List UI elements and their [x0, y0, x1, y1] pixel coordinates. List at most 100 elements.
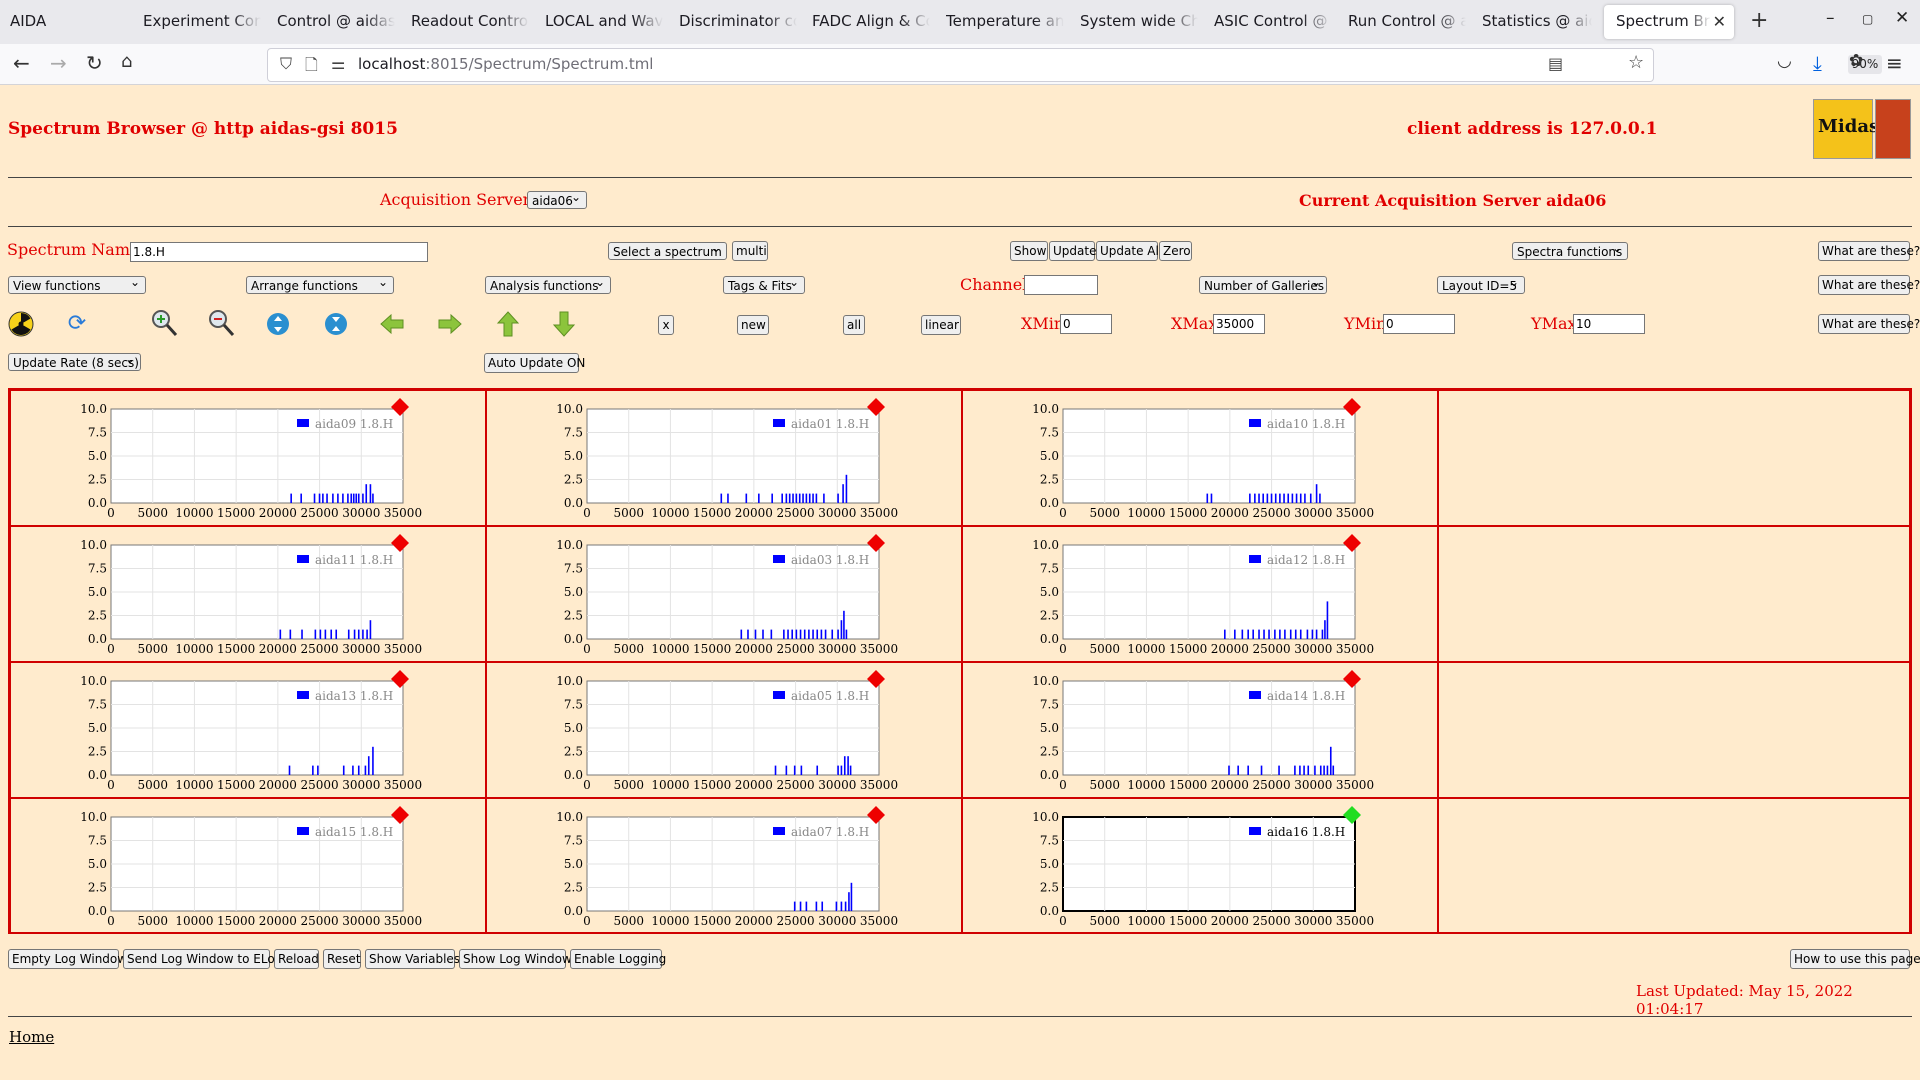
- analysis-functions-dropdown[interactable]: Analysis functions: [485, 273, 611, 294]
- show-variables-button[interactable]: Show Variables: [365, 949, 460, 969]
- tab-system-wide[interactable]: System wide Che: [1080, 12, 1198, 30]
- url-text[interactable]: localhost:8015/Spectrum/Spectrum.tml: [358, 55, 653, 73]
- reload-button[interactable]: Reload: [274, 949, 319, 969]
- zero-button[interactable]: Zero: [1159, 241, 1192, 261]
- enable-logging-button[interactable]: Enable Logging: [570, 949, 666, 969]
- spectrum-cell[interactable]: 10.0 7.5 5.0 2.5 0.0 0 5000 10000 15000 20000 2500…: [486, 662, 962, 798]
- spectrum-cell[interactable]: [1438, 390, 1910, 526]
- histogram-bar: [357, 493, 360, 503]
- tags-fits-dropdown[interactable]: Tags & Fits: [723, 273, 805, 294]
- tab-statistics[interactable]: Statistics @ aida: [1482, 12, 1592, 30]
- tab-aida[interactable]: AIDA: [10, 12, 100, 30]
- page-icon[interactable]: 🗋: [305, 54, 318, 81]
- arrow-up-icon[interactable]: [494, 310, 522, 338]
- spectrum-cell[interactable]: 10.0 7.5 5.0 2.5 0.0 0 5000 10000 15000 20000 2500…: [10, 526, 486, 662]
- tab-run-control[interactable]: Run Control @ a: [1348, 12, 1466, 30]
- radiation-icon[interactable]: [7, 310, 35, 338]
- reader-mode-icon[interactable]: ▤: [1548, 54, 1563, 73]
- reload-icon[interactable]: ↻: [86, 51, 103, 75]
- update-rate-dropdown[interactable]: Update Rate (8 secs): [8, 350, 141, 371]
- spectrum-cell[interactable]: 10.0 7.5 5.0 2.5 0.0 0 5000 10000 15000 20000 2500…: [486, 526, 962, 662]
- arrow-left-icon[interactable]: [378, 310, 406, 338]
- spectrum-cell[interactable]: 10.0 7.5 5.0 2.5 0.0 0 5000 10000 15000 20000 2500…: [10, 390, 486, 526]
- tab-spectrum-browser[interactable]: Spectrum Brow ✕: [1604, 5, 1734, 39]
- new-tab-icon[interactable]: +: [1750, 8, 1768, 33]
- spectrum-cell[interactable]: 10.0 7.5 5.0 2.5 0.0 0 5000 10000 15000 20000 2500…: [10, 798, 486, 934]
- reset-button[interactable]: Reset: [323, 949, 361, 969]
- show-button[interactable]: Show: [1010, 241, 1048, 261]
- extensions-icon[interactable]: ✿: [1849, 51, 1863, 71]
- zoom-in-icon[interactable]: [149, 308, 178, 337]
- tab-fadc-align[interactable]: FADC Align & Co: [812, 12, 930, 30]
- show-log-window-button[interactable]: Show Log Window: [459, 949, 572, 969]
- zoom-out-icon[interactable]: [206, 308, 235, 337]
- update-all-button[interactable]: Update All: [1096, 241, 1162, 261]
- menu-icon[interactable]: ≡: [1886, 51, 1903, 75]
- ymin-input[interactable]: 0: [1383, 314, 1455, 334]
- xmax-input[interactable]: 35000: [1213, 314, 1265, 334]
- empty-log-window-button[interactable]: Empty Log Window: [8, 949, 127, 969]
- pocket-icon[interactable]: ◡: [1777, 51, 1792, 71]
- tab-discriminator[interactable]: Discriminator con: [679, 12, 797, 30]
- tab-close-icon[interactable]: ✕: [1713, 12, 1726, 31]
- tab-asic-control[interactable]: ASIC Control @ a: [1214, 12, 1332, 30]
- number-of-galleries-dropdown[interactable]: Number of Galleries: [1199, 273, 1327, 294]
- compress-y-icon[interactable]: [322, 310, 350, 338]
- spectra-functions-dropdown[interactable]: Spectra functions: [1512, 239, 1628, 260]
- all-button[interactable]: all: [843, 315, 865, 335]
- expand-y-icon[interactable]: [264, 310, 292, 338]
- tab-readout-control[interactable]: Readout Control: [411, 12, 529, 30]
- spectrum-name-input[interactable]: 1.8.H: [130, 242, 428, 262]
- auto-update-button[interactable]: Auto Update ON: [484, 353, 585, 373]
- spectrum-cell[interactable]: 10.0 7.5 5.0 2.5 0.0 0 5000 10000 15000 20000 2500…: [486, 798, 962, 934]
- spectrum-cell[interactable]: 10.0 7.5 5.0 2.5 0.0 0 5000 10000 15000 20000 2500…: [486, 390, 962, 526]
- layout-id-dropdown[interactable]: Layout ID=5: [1437, 273, 1525, 294]
- arrow-down-icon[interactable]: [550, 310, 578, 338]
- spectrum-cell[interactable]: 10.0 7.5 5.0 2.5 0.0 0 5000 10000 15000 20000 2500…: [962, 526, 1438, 662]
- tab-control[interactable]: Control @ aidas-: [277, 12, 395, 30]
- arrange-functions-dropdown[interactable]: Arrange functions: [246, 273, 394, 294]
- spectrum-cell[interactable]: [1438, 798, 1910, 934]
- what-are-these-button[interactable]: What are these?: [1818, 275, 1920, 295]
- view-functions-dropdown[interactable]: View functions: [8, 273, 146, 294]
- shield-icon[interactable]: ⛉: [280, 54, 292, 74]
- download-icon[interactable]: ⤓: [1813, 51, 1822, 75]
- x-button[interactable]: x: [658, 315, 674, 335]
- permissions-icon[interactable]: ⚌: [331, 54, 345, 73]
- home-link[interactable]: Home: [9, 1028, 54, 1046]
- acquisition-server-select[interactable]: aida06: [527, 188, 587, 209]
- histogram-bar: [747, 629, 749, 639]
- spectrum-cell[interactable]: 10.0 7.5 5.0 2.5 0.0 0 5000 10000 15000 20000 2500…: [962, 390, 1438, 526]
- spectrum-cell[interactable]: 10.0 7.5 5.0 2.5 0.0 0 5000 10000 15000 20000 2500…: [962, 798, 1438, 934]
- spectrum-cell[interactable]: 10.0 7.5 5.0 2.5 0.0 0 5000 10000 15000 20000 2500…: [962, 662, 1438, 798]
- home-icon[interactable]: ⌂: [121, 51, 132, 72]
- spectrum-cell[interactable]: [1438, 526, 1910, 662]
- multi-button[interactable]: multi: [732, 241, 768, 261]
- what-are-these-button[interactable]: What are these?: [1818, 241, 1920, 261]
- refresh-icon[interactable]: ⟳: [63, 310, 91, 338]
- what-are-these-button[interactable]: What are these?: [1818, 314, 1920, 334]
- maximize-icon[interactable]: ▢: [1862, 12, 1873, 26]
- select-spectrum-dropdown[interactable]: Select a spectrum: [608, 239, 727, 260]
- url-bar[interactable]: ⛉ 🗋 ⚌ localhost:8015/Spectrum/Spectrum.t…: [267, 48, 1882, 82]
- update-button[interactable]: Update: [1049, 241, 1096, 261]
- ymax-input[interactable]: 10: [1573, 314, 1645, 334]
- forward-icon[interactable]: →: [50, 51, 67, 75]
- how-to-use-button[interactable]: How to use this page: [1790, 949, 1920, 969]
- xmin-input[interactable]: 0: [1060, 314, 1112, 334]
- spectrum-cell[interactable]: [1438, 662, 1910, 798]
- minimize-icon[interactable]: –: [1826, 8, 1835, 28]
- back-icon[interactable]: ←: [13, 51, 30, 75]
- arrow-right-icon[interactable]: [436, 310, 464, 338]
- channel-input[interactable]: [1024, 275, 1098, 295]
- bookmark-star-icon[interactable]: ☆: [1628, 52, 1644, 73]
- tab-experiment-control[interactable]: Experiment Contr: [143, 12, 261, 30]
- new-button[interactable]: new: [737, 315, 769, 335]
- close-window-icon[interactable]: ✕: [1895, 8, 1909, 28]
- spectrum-cell[interactable]: 10.0 7.5 5.0 2.5 0.0 0 5000 10000 15000 20000 2500…: [10, 662, 486, 798]
- spectrum-plot: 10.0 7.5 5.0 2.5 0.00 5000 10000 15000 20000 2500…: [1032, 534, 1374, 656]
- tab-temperature[interactable]: Temperature and: [946, 12, 1064, 30]
- send-log-to-elog-button[interactable]: Send Log Window to ELog: [123, 949, 282, 969]
- linear-button[interactable]: linear: [921, 315, 961, 335]
- tab-local-wave[interactable]: LOCAL and Wave: [545, 12, 663, 30]
